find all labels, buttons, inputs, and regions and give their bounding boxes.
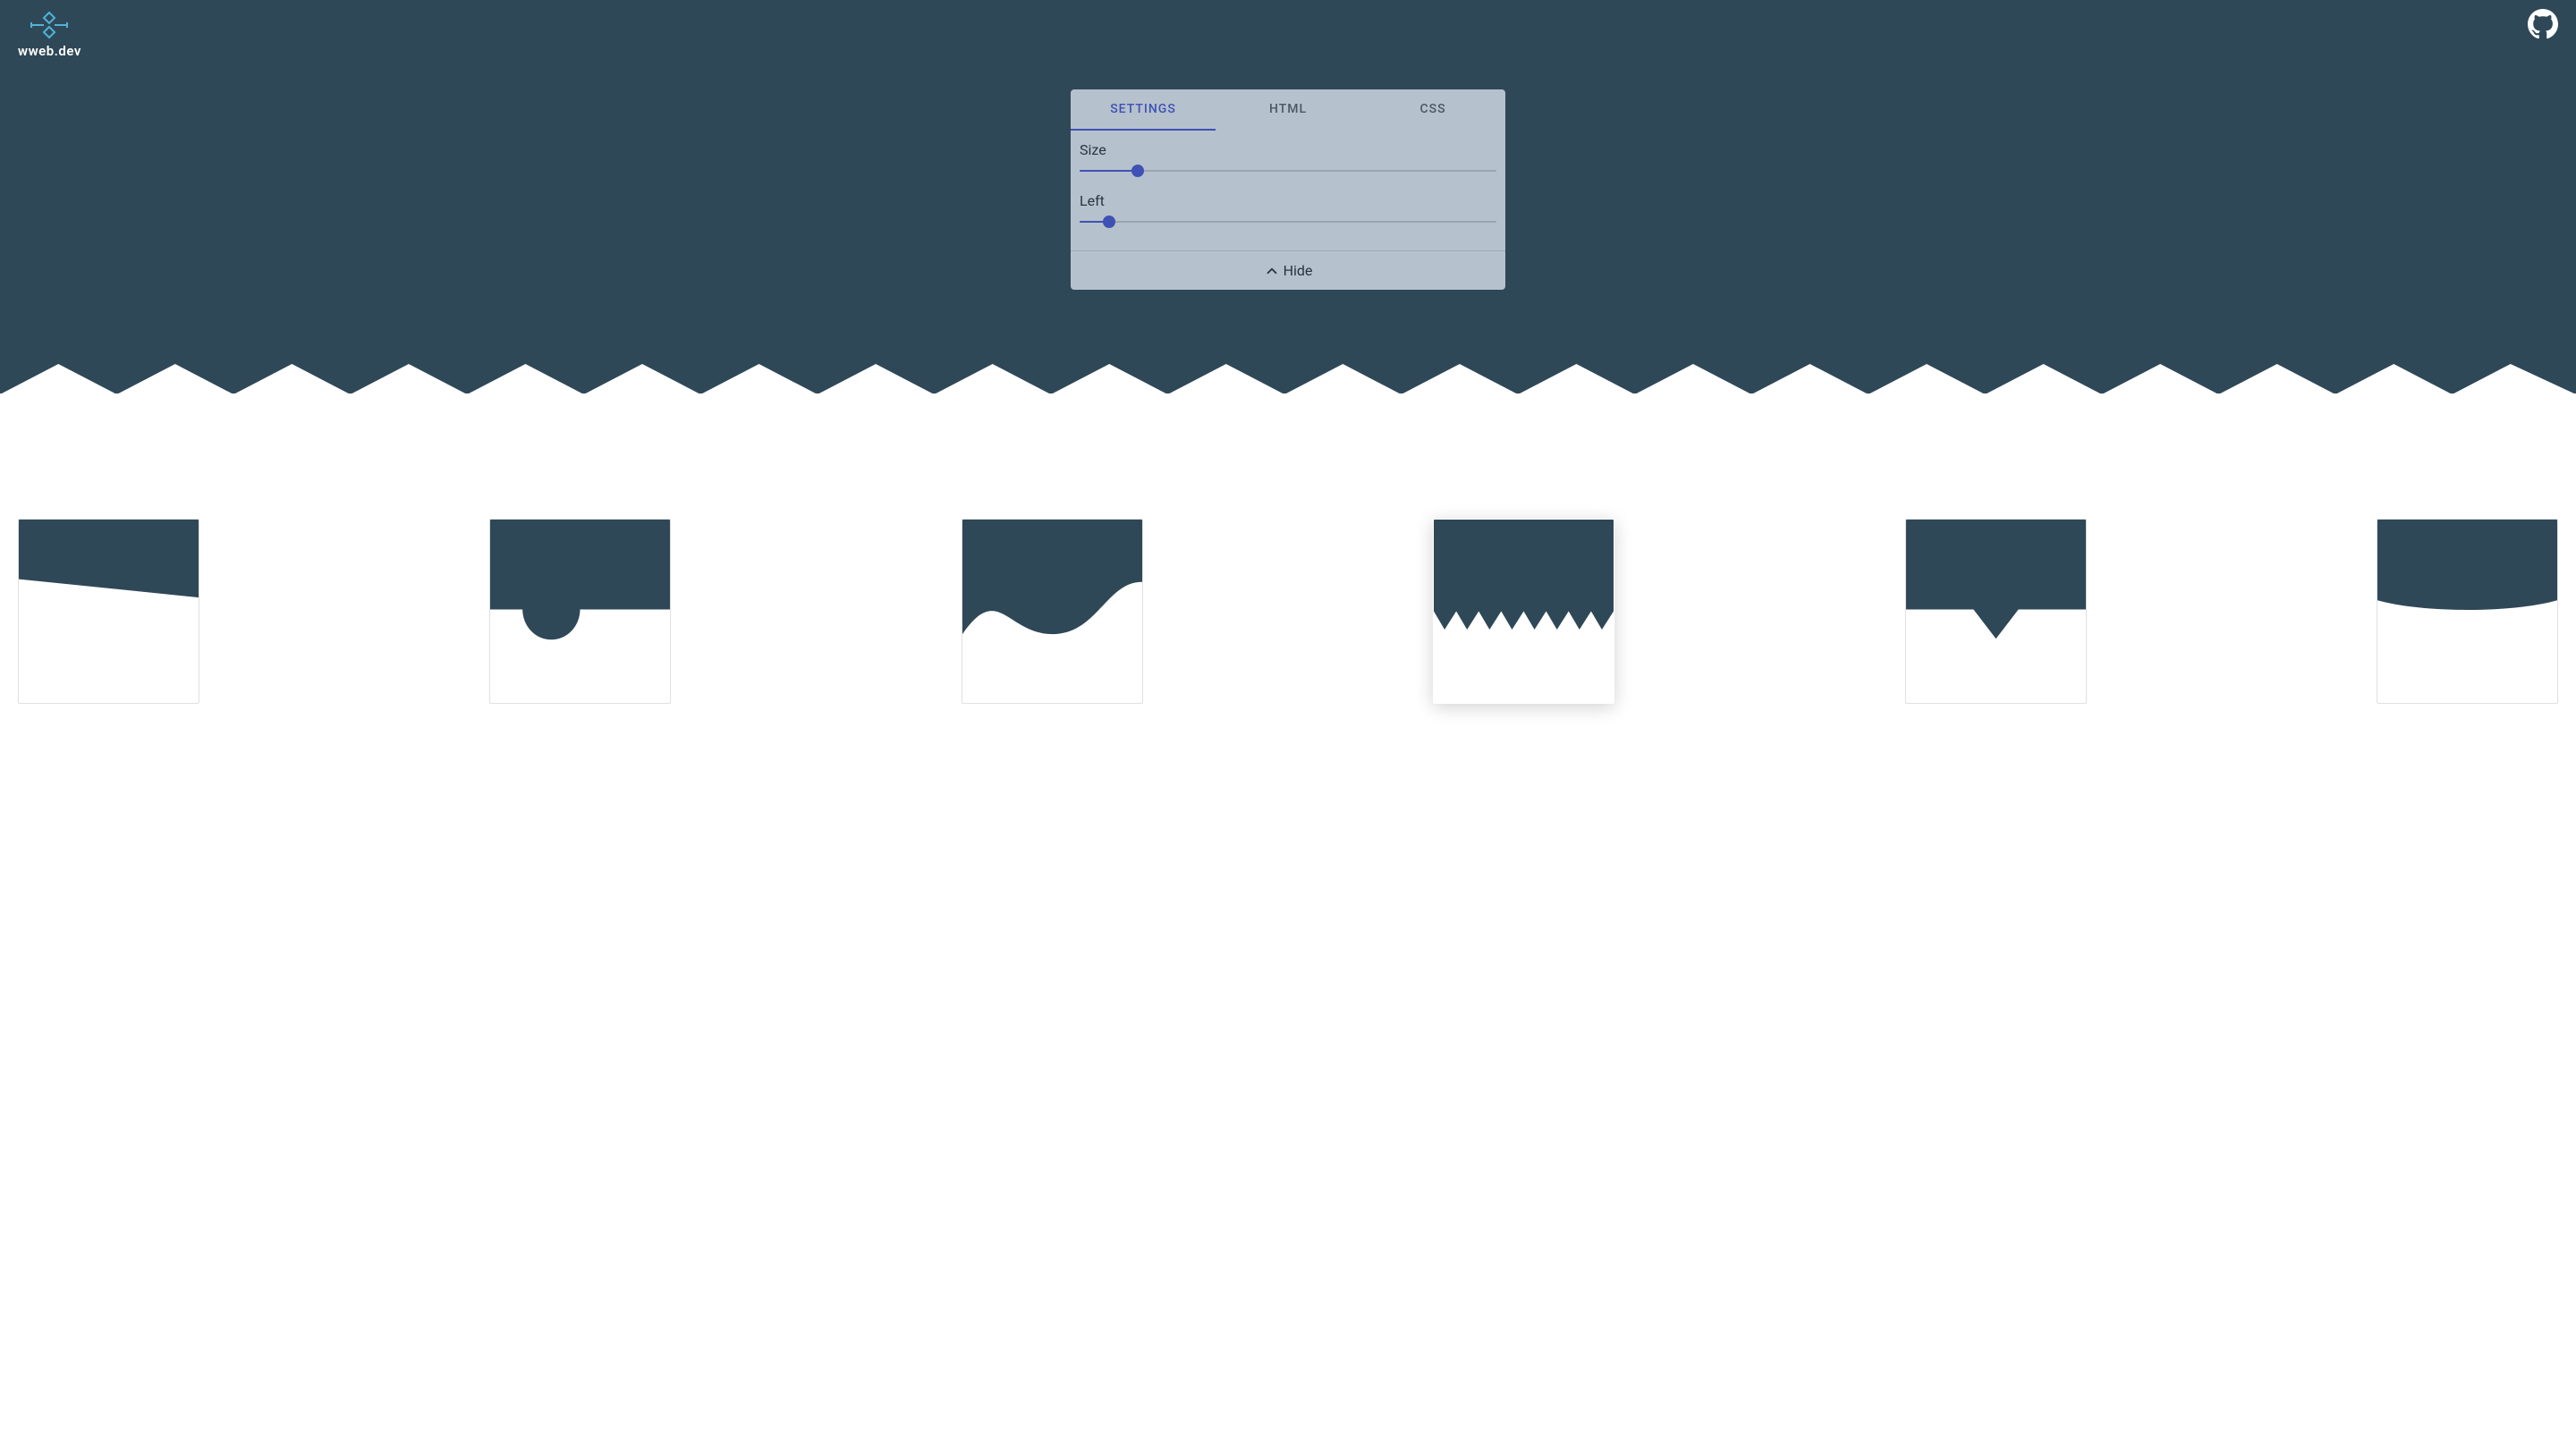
slider-fill [1080, 170, 1138, 172]
separator-thumb-triangle[interactable] [1905, 519, 2087, 704]
slider-thumb[interactable] [1131, 165, 1144, 177]
hero-section: wweb.dev Settings HTML CSS Size Left [0, 0, 2576, 393]
separator-thumb-skew[interactable] [18, 519, 199, 704]
tab-html[interactable]: HTML [1216, 89, 1360, 131]
separator-thumb-curve[interactable] [2377, 519, 2558, 704]
settings-panel: Settings HTML CSS Size Left [1071, 89, 1505, 290]
github-icon[interactable] [2528, 9, 2558, 39]
slider-left-group: Left [1080, 192, 1496, 231]
logo-text: wweb.dev [18, 43, 81, 59]
slider-size-label: Size [1080, 141, 1496, 158]
slider-rail [1080, 221, 1496, 223]
separator-thumb-zigzag[interactable] [1433, 519, 1614, 704]
separator-thumb-wave[interactable] [962, 519, 1143, 704]
slider-size[interactable] [1080, 162, 1496, 180]
hide-button[interactable]: Hide [1071, 250, 1505, 290]
zigzag-divider [0, 364, 2576, 394]
bottom-area [0, 393, 2576, 722]
tabs: Settings HTML CSS [1071, 89, 1505, 131]
slider-left-label: Left [1080, 192, 1496, 209]
header: wweb.dev [0, 0, 2576, 68]
separator-thumb-semicircle[interactable] [489, 519, 671, 704]
slider-left[interactable] [1080, 213, 1496, 231]
slider-thumb[interactable] [1103, 216, 1115, 228]
slider-size-group: Size [1080, 141, 1496, 180]
chevron-up-icon [1264, 263, 1280, 279]
separator-thumbnails [0, 519, 2576, 704]
hide-label: Hide [1284, 262, 1313, 279]
tab-css[interactable]: CSS [1360, 89, 1505, 131]
settings-body: Size Left [1071, 131, 1505, 250]
tab-settings[interactable]: Settings [1071, 89, 1216, 131]
site-logo[interactable]: wweb.dev [18, 9, 81, 59]
logo-icon [24, 9, 74, 41]
